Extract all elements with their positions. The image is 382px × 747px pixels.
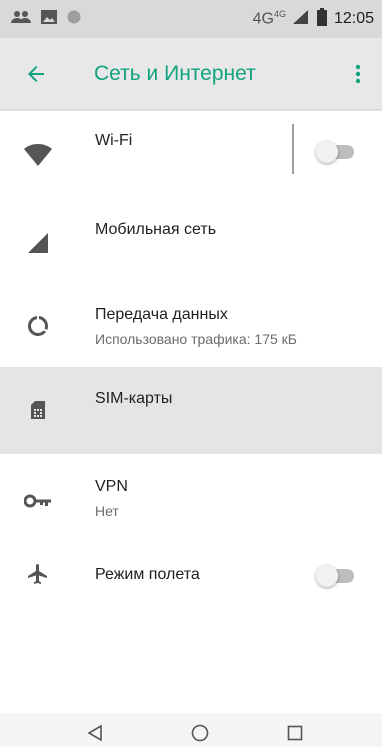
list-item-data-usage[interactable]: Передача данных Использовано трафика: 17… <box>0 284 382 367</box>
vpn-title: VPN <box>95 478 128 495</box>
list-item-airplane-mode[interactable]: Режим полета <box>0 540 382 610</box>
app-bar: Сеть и Интернет <box>0 38 382 110</box>
list-item-mobile-network[interactable]: Мобильная сеть <box>0 199 382 284</box>
network-type: 4G4G <box>252 9 286 28</box>
back-triangle-icon <box>87 724 102 742</box>
nav-back-button[interactable] <box>80 719 110 747</box>
sim-card-icon <box>22 394 54 426</box>
airplane-icon <box>22 558 54 590</box>
data-usage-title: Передача данных <box>95 306 228 323</box>
page-title: Сеть и Интернет <box>94 61 256 85</box>
nav-recents-button[interactable] <box>280 719 310 747</box>
airplane-mode-title: Режим полета <box>95 566 200 583</box>
list-item-vpn[interactable]: VPN Нет <box>0 454 382 540</box>
data-usage-subtitle: Использовано трафика: 175 кБ <box>95 331 297 347</box>
status-bar: 4G4G 12:05 <box>0 0 382 38</box>
sim-cards-title: SIM-карты <box>95 390 173 407</box>
notification-icons <box>10 9 82 30</box>
recents-square-icon <box>287 725 303 741</box>
circle-icon <box>66 9 82 30</box>
people-icon <box>10 9 32 30</box>
clock: 12:05 <box>333 10 374 27</box>
list-item-wifi[interactable]: Wi-Fi <box>0 111 382 199</box>
overflow-menu-button[interactable] <box>348 54 368 94</box>
signal-icon <box>292 9 310 30</box>
vpn-key-icon <box>22 485 54 517</box>
toggle-thumb <box>316 141 338 163</box>
cell-signal-icon <box>22 227 54 259</box>
wifi-icon <box>22 139 54 171</box>
back-button[interactable] <box>16 54 56 94</box>
arrow-back-icon <box>28 65 44 82</box>
toggle-thumb <box>316 565 338 587</box>
image-icon <box>40 9 58 30</box>
navigation-bar <box>0 713 382 747</box>
mobile-network-title: Мобильная сеть <box>95 221 217 238</box>
settings-list: Wi-Fi Мобильная сеть Передача данных Исп… <box>0 111 382 713</box>
list-item-sim-cards[interactable]: SIM-карты <box>0 367 382 454</box>
wifi-title: Wi-Fi <box>95 132 133 149</box>
airplane-mode-toggle[interactable] <box>316 563 358 587</box>
home-circle-icon <box>191 724 209 742</box>
battery-icon <box>316 7 328 31</box>
wifi-divider <box>292 124 294 174</box>
more-vert-icon <box>355 64 361 83</box>
data-usage-icon <box>22 310 54 342</box>
nav-home-button[interactable] <box>185 719 215 747</box>
vpn-subtitle: Нет <box>95 503 119 519</box>
status-indicators: 4G4G 12:05 <box>252 7 374 31</box>
wifi-toggle[interactable] <box>316 139 358 163</box>
